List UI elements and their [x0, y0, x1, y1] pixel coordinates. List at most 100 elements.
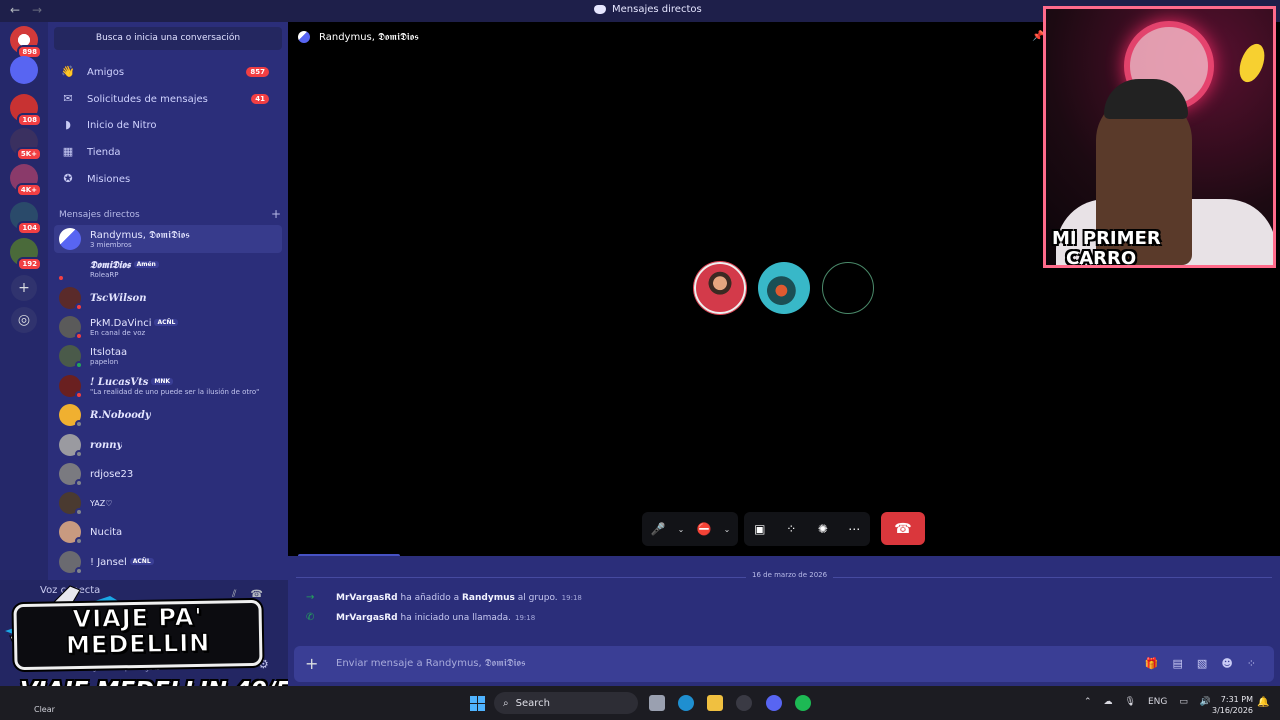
message-actor[interactable]: MrVargasRd: [336, 613, 398, 623]
system-message: ✆ MrVargasRd ha iniciado una llamada. 19…: [306, 612, 535, 623]
nav-message-requests[interactable]: ✉ Solicitudes de mensajes 41: [54, 87, 282, 111]
edge-browser-icon[interactable]: [678, 695, 694, 711]
chrome-icon[interactable]: [736, 695, 752, 711]
spotify-icon[interactable]: [795, 695, 811, 711]
nav-quests[interactable]: ✪ Misiones: [54, 167, 282, 191]
mic-tray-icon[interactable]: 🎙: [1125, 697, 1136, 707]
server-badge: 104: [17, 221, 42, 235]
mic-options-chevron-icon[interactable]: ⌄: [674, 525, 688, 534]
message-target[interactable]: Randymus: [462, 593, 515, 603]
taskbar-search[interactable]: ⌕ Search: [494, 692, 638, 714]
participant-avatar-empty[interactable]: [822, 262, 874, 314]
gift-icon[interactable]: 🎁: [1145, 657, 1159, 670]
dm-item[interactable]: Nucita: [54, 518, 282, 546]
status-dot: [75, 537, 83, 545]
dm-header-label: Mensajes directos: [59, 210, 140, 220]
message-actor[interactable]: MrVargasRd: [336, 593, 398, 603]
language-indicator[interactable]: ENG: [1148, 697, 1167, 707]
direct-messages-home-icon[interactable]: [10, 56, 38, 84]
message-text-2: al grupo.: [517, 592, 558, 603]
task-view-icon[interactable]: [649, 695, 665, 711]
avatar: [59, 375, 83, 399]
search-conversation-button[interactable]: Busca o inicia una conversación: [54, 27, 282, 50]
avatar: [59, 551, 83, 575]
avatar: [57, 258, 81, 282]
discover-compass-icon[interactable]: ◎: [11, 307, 37, 333]
nav-friends[interactable]: 👋 Amigos 857: [54, 60, 282, 84]
quests-icon: ✪: [63, 172, 73, 185]
clock-time: 7:31 PM: [1220, 695, 1254, 704]
dm-item[interactable]: Randymus, 𝕯𝖔𝖒𝖎𝕯𝖎𝖔𝖘 3 miembros: [54, 225, 282, 253]
message-input[interactable]: Enviar mensaje a Randymus, 𝕯𝖔𝖒𝖎𝕯𝖎𝖔𝖘: [336, 658, 525, 669]
sticker-icon[interactable]: ▧: [1197, 657, 1207, 670]
message-composer[interactable]: + Enviar mensaje a Randymus, 𝕯𝖔𝖒𝖎𝕯𝖎𝖔𝖘 🎁 …: [294, 646, 1274, 682]
discord-icon[interactable]: [766, 695, 782, 711]
camera-options-chevron-icon[interactable]: ⌄: [720, 525, 734, 534]
weather-widget[interactable]: Clear: [34, 705, 55, 714]
server-folder-icon[interactable]: 4K+: [10, 164, 42, 197]
disconnect-icon[interactable]: ☎: [250, 589, 262, 600]
server-icon[interactable]: 898: [10, 26, 42, 59]
system-message: → MrVargasRd ha añadido a Randymus al gr…: [306, 592, 582, 603]
taskbar-clock[interactable]: 7:31 PM 3/16/2026: [1212, 694, 1253, 716]
status-dot: [75, 567, 83, 575]
volume-icon[interactable]: 🔊: [1200, 697, 1211, 707]
forward-arrow-icon[interactable]: →: [30, 3, 44, 17]
dm-item[interactable]: Itslotaa papelon: [54, 342, 282, 370]
status-dot: [57, 274, 65, 282]
chevron-up-icon[interactable]: ⌃: [1084, 697, 1092, 707]
stream-overlay-badge: VIAJE PA' MEDELLIN: [13, 599, 263, 671]
window-title: Mensajes directos: [594, 4, 702, 15]
dm-name: YAZ♡: [90, 498, 113, 508]
cloud-icon[interactable]: ☁: [1104, 697, 1113, 707]
server-folder-icon[interactable]: 192: [10, 238, 42, 271]
dm-item[interactable]: ! Jansel ACÑL: [54, 548, 282, 576]
dm-item[interactable]: YAZ♡: [54, 489, 282, 517]
server-badge: 5K+: [15, 147, 42, 161]
apps-icon[interactable]: ⁘: [1247, 657, 1256, 670]
avatar: [59, 345, 83, 369]
file-explorer-icon[interactable]: [707, 695, 723, 711]
noise-suppression-icon[interactable]: ⫽: [232, 589, 236, 600]
dm-item[interactable]: PkM.DaVinci ACÑL En canal de voz: [54, 313, 282, 341]
participant-avatar[interactable]: [758, 262, 810, 314]
server-folder-icon[interactable]: 104: [10, 202, 42, 235]
server-icon[interactable]: 108: [10, 94, 42, 127]
back-arrow-icon[interactable]: ←: [8, 3, 22, 17]
notification-bell-icon[interactable]: 🔔: [1257, 697, 1269, 708]
server-folder-icon[interactable]: 5K+: [10, 128, 42, 161]
server-badge: 108: [17, 113, 42, 127]
dm-item[interactable]: 𝕯𝖔𝖒𝖎𝕯𝖎𝖔𝖘 Amén RoleaRP: [54, 255, 282, 283]
call-channel-name: Randymus, 𝕯𝖔𝖒𝖎𝕯𝖎𝖔𝖘: [319, 31, 419, 43]
camera-off-icon[interactable]: ⛔: [688, 512, 720, 546]
emoji-icon[interactable]: ☻: [1221, 657, 1232, 670]
window-title-text: Mensajes directos: [612, 4, 702, 15]
create-dm-icon[interactable]: +: [271, 208, 281, 220]
disconnect-call-button[interactable]: ☎: [881, 512, 925, 545]
activities-icon[interactable]: ⁘: [776, 512, 808, 546]
windows-start-icon[interactable]: [470, 696, 485, 711]
screen-share-icon[interactable]: ▣: [744, 512, 776, 546]
soundboard-icon[interactable]: ✺: [807, 512, 839, 546]
dm-item[interactable]: ronny: [54, 431, 282, 459]
dm-item[interactable]: R.Noboody: [54, 401, 282, 429]
dm-item[interactable]: TscWilson: [54, 284, 282, 312]
nav-shop[interactable]: ▦ Tienda: [54, 140, 282, 164]
more-options-icon[interactable]: ⋯: [839, 512, 871, 546]
dm-item[interactable]: ! LucasVts MNK "La realidad de uno puede s…: [54, 372, 282, 400]
upload-plus-icon[interactable]: +: [305, 654, 318, 673]
microphone-icon[interactable]: 🎤: [642, 512, 674, 546]
avatar: [59, 492, 83, 516]
discord-logo-icon: [594, 5, 606, 14]
dm-item[interactable]: rdjose23: [54, 460, 282, 488]
message-time: 19:18: [561, 593, 582, 602]
nav-nitro[interactable]: ◗ Inicio de Nitro: [54, 113, 282, 137]
gif-icon[interactable]: ▤: [1173, 657, 1183, 670]
add-server-icon[interactable]: +: [11, 275, 37, 301]
call-header: Randymus, 𝕯𝖔𝖒𝖎𝕯𝖎𝖔𝖘: [298, 31, 419, 43]
system-tray: ⌃ ☁ 🎙 ENG ▭ 🔊: [1084, 697, 1211, 707]
participant-avatar-speaking[interactable]: [694, 262, 746, 314]
status-dot: [75, 479, 83, 487]
friends-icon: 👋: [61, 65, 75, 78]
network-icon[interactable]: ▭: [1179, 697, 1188, 707]
